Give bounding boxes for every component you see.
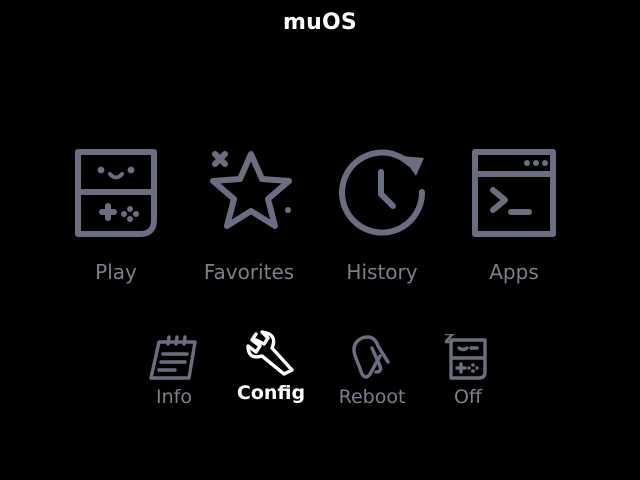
app-title: muOS — [283, 10, 357, 35]
star-icon — [210, 151, 292, 229]
menu-item-config[interactable]: Config — [226, 330, 316, 404]
menu-label-history: History — [346, 260, 418, 284]
main-menu-screen: muOS Play Favorites History Apps Info Co… — [0, 0, 640, 480]
paperclip-icon — [352, 335, 390, 379]
menu-label-reboot: Reboot — [338, 386, 406, 408]
menu-item-history[interactable]: History — [322, 148, 442, 284]
wrench-icon — [246, 330, 294, 376]
notepad-icon — [149, 335, 197, 380]
menu-label-config: Config — [236, 382, 306, 404]
menu-label-play: Play — [95, 260, 137, 284]
terminal-window-icon — [472, 149, 556, 237]
menu-label-apps: Apps — [489, 260, 539, 284]
menu-item-reboot[interactable]: Reboot — [332, 334, 412, 408]
menu-item-favorites[interactable]: Favorites — [189, 148, 309, 284]
clock-history-icon — [339, 149, 426, 236]
menu-item-apps[interactable]: Apps — [454, 148, 574, 284]
menu-item-play[interactable]: Play — [56, 148, 176, 284]
handheld-console-icon — [75, 149, 157, 237]
menu-item-off[interactable]: Off — [428, 334, 508, 408]
menu-label-favorites: Favorites — [203, 260, 295, 284]
sleeping-console-icon — [445, 334, 487, 380]
menu-label-info: Info — [156, 386, 192, 408]
menu-item-info[interactable]: Info — [134, 334, 214, 408]
menu-label-off: Off — [453, 386, 483, 408]
